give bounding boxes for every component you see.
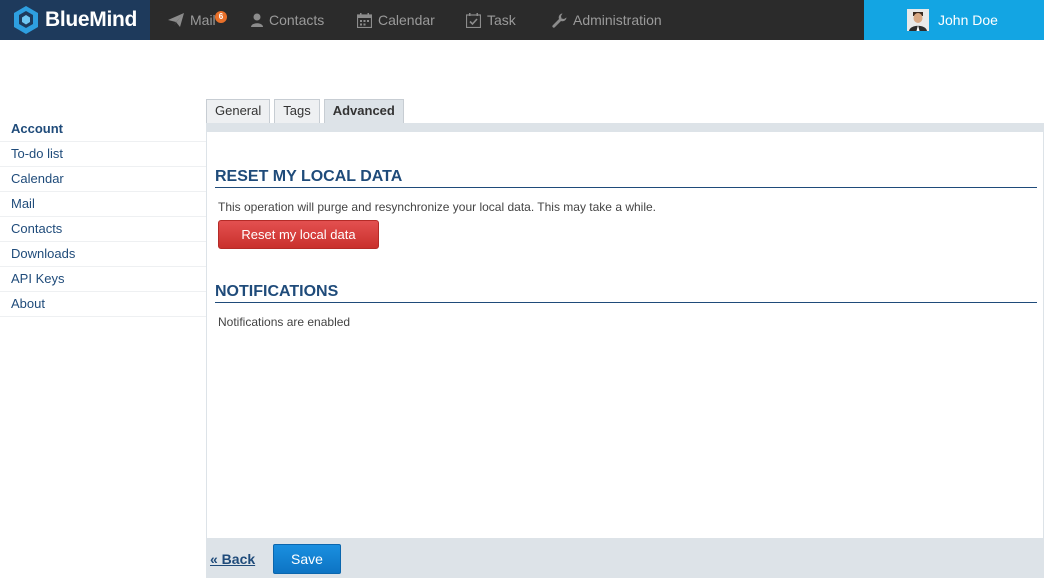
tab-general[interactable]: General <box>206 99 271 123</box>
nav-task-label: Task <box>487 12 516 28</box>
sidebar-item-mail[interactable]: Mail <box>0 192 206 217</box>
sidebar-item-todo-list[interactable]: To-do list <box>0 142 206 167</box>
user-icon <box>251 13 263 27</box>
sidebar-item-calendar[interactable]: Calendar <box>0 167 206 192</box>
tab-panel-header <box>206 123 1044 132</box>
nav-administration-label: Administration <box>573 12 662 28</box>
app-name: BlueMind <box>45 8 138 31</box>
advanced-panel: RESET MY LOCAL DATA This operation will … <box>206 132 1044 538</box>
nav-contacts[interactable]: Contacts <box>251 0 324 40</box>
sidebar-item-downloads[interactable]: Downloads <box>0 242 206 267</box>
user-avatar-icon <box>907 9 929 31</box>
calendar-icon <box>357 12 372 28</box>
task-checkbox-icon <box>466 12 481 28</box>
user-menu[interactable]: John Doe <box>864 0 1044 40</box>
reset-section-title: RESET MY LOCAL DATA <box>215 168 1037 188</box>
nav-task[interactable]: Task <box>466 0 516 40</box>
nav-administration[interactable]: Administration <box>552 0 662 40</box>
top-bar: BlueMind Mail 6 Contacts Calendar Task A… <box>0 0 1044 40</box>
notifications-status: Notifications are enabled <box>218 315 351 329</box>
paper-plane-icon <box>168 13 184 27</box>
bluemind-logo-icon <box>14 6 38 34</box>
settings-tabs: General Tags Advanced <box>206 99 408 123</box>
reset-description: This operation will purge and resynchron… <box>218 200 656 214</box>
nav-calendar-label: Calendar <box>378 12 435 28</box>
save-button[interactable]: Save <box>273 544 341 574</box>
settings-sidebar: Account To-do list Calendar Mail Contact… <box>0 117 206 317</box>
sidebar-item-about[interactable]: About <box>0 292 206 317</box>
wrench-icon <box>552 13 567 28</box>
nav-mail-label: Mail <box>190 12 216 28</box>
reset-local-data-button[interactable]: Reset my local data <box>218 220 379 249</box>
user-name: John Doe <box>938 12 998 28</box>
form-footer: « Back Save <box>206 538 1044 578</box>
nav-mail[interactable]: Mail 6 <box>168 0 227 40</box>
back-link[interactable]: « Back <box>210 551 255 567</box>
notifications-section-title: NOTIFICATIONS <box>215 283 1037 303</box>
sidebar-item-account[interactable]: Account <box>0 117 206 142</box>
app-logo[interactable]: BlueMind <box>0 0 150 40</box>
sidebar-item-api-keys[interactable]: API Keys <box>0 267 206 292</box>
avatar <box>907 9 929 31</box>
sidebar-item-contacts[interactable]: Contacts <box>0 217 206 242</box>
tab-tags[interactable]: Tags <box>274 99 320 123</box>
nav-contacts-label: Contacts <box>269 12 325 28</box>
unread-badge: 6 <box>215 11 227 23</box>
tab-advanced[interactable]: Advanced <box>323 99 404 123</box>
nav-calendar[interactable]: Calendar <box>357 0 435 40</box>
